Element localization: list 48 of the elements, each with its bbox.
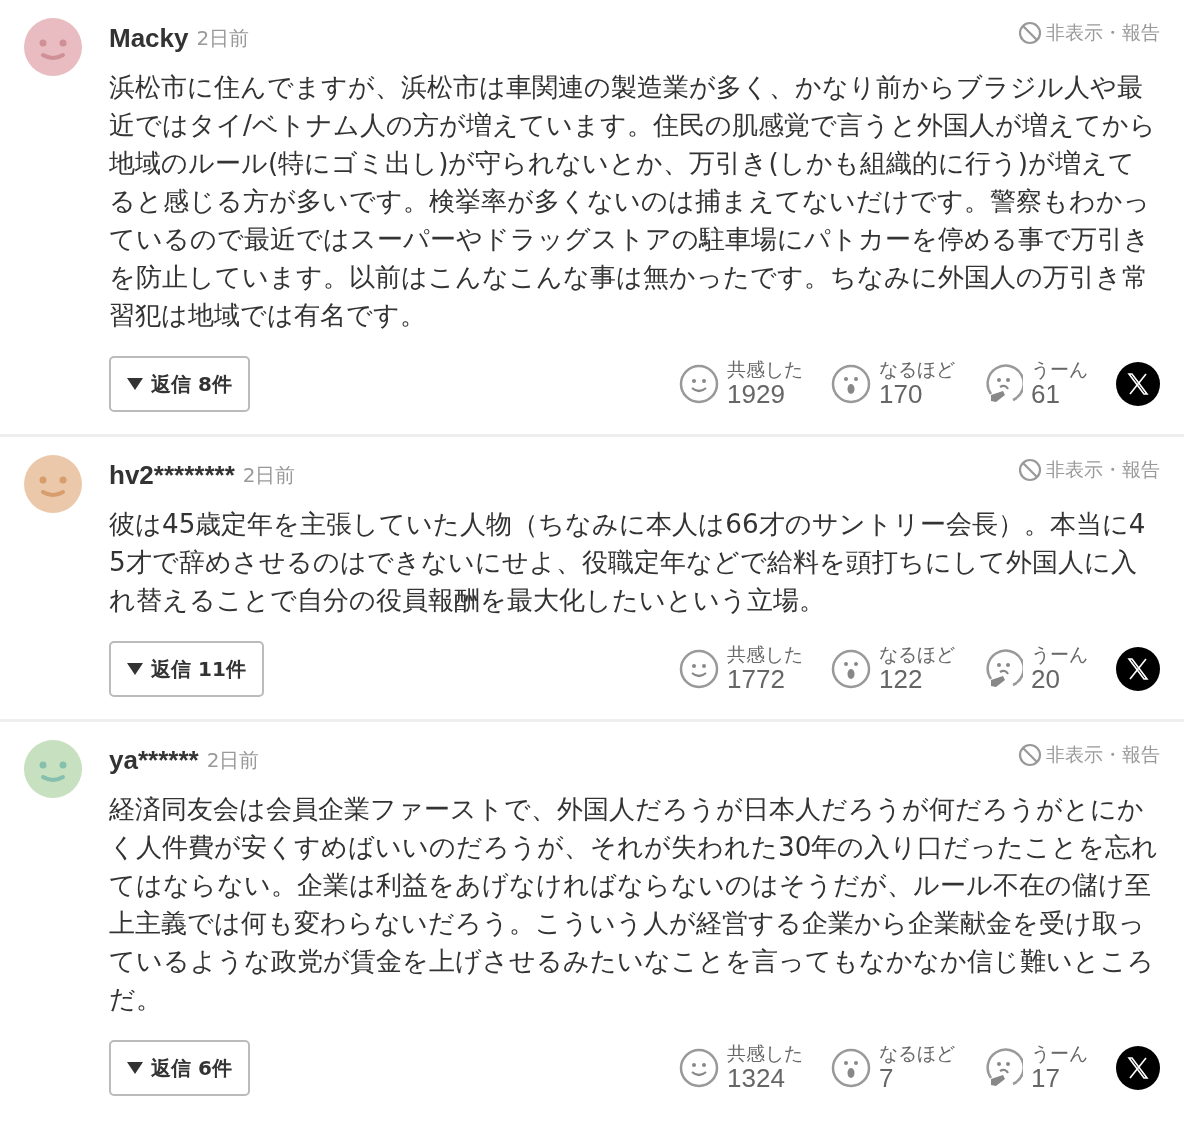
thinking-face-icon[interactable] <box>983 364 1023 404</box>
reaction-label: 共感した <box>727 359 803 381</box>
surprised-face-icon[interactable] <box>831 649 871 689</box>
x-share-icon[interactable] <box>1116 362 1160 406</box>
post-time: 2日前 <box>206 746 260 774</box>
post-time: 2日前 <box>242 461 296 489</box>
reaction-label: なるほど <box>879 1043 955 1065</box>
user-name: hv2******** <box>109 459 235 491</box>
post-time: 2日前 <box>196 24 250 52</box>
hide-icon[interactable] <box>1018 21 1042 45</box>
user-name: Macky <box>109 22 189 54</box>
reaction-count: 122 <box>879 665 924 694</box>
reaction-label: なるほど <box>879 644 955 666</box>
hide-icon[interactable] <box>1018 458 1042 482</box>
reaction-count: 61 <box>1031 380 1061 409</box>
reaction-count: 17 <box>1031 1064 1061 1093</box>
x-share-icon[interactable] <box>1116 1046 1160 1090</box>
reaction-label: 共感した <box>727 644 803 666</box>
reaction-count: 1929 <box>727 380 786 409</box>
x-share-icon[interactable] <box>1116 647 1160 691</box>
comment-text: 浜松市に住んでますが、浜松市は車関連の製造業が多く、かなり前からブラジル人や最近ではタイ/ベトナム人の方が増えています。住民の肌感覚で言うと外国人が増えてから地域のルール(特にゴミ出し)が守られないとか、万引き(しかも組織的に行う)が増えてると感じる方が多いです。検挙率が多くないのは捕まえてないだけです。警察もわかっているので最近ではスーパーやドラッグストアの駐車場にパトカーを停める事で万引きを防止しています。以前はこんなこんな事は無かったです。ちなみに外国人の万引き常習犯は地域では有名です。 <box>109 71 1157 332</box>
reaction-count: 20 <box>1031 665 1061 694</box>
replies-button[interactable]: 返信 6件 <box>109 1040 250 1096</box>
surprised-face-icon[interactable] <box>831 1048 871 1088</box>
reaction-count: 1772 <box>727 665 786 694</box>
comment-text: 経済同友会は会員企業ファーストで、外国人だろうが日本人だろうが何だろうがとにかく人件費が安くすめばいいのだろうが、それが失われた30年の入り口だったことを忘れてはならない。企業は利益をあげなければならないのはそうだが、ルール不在の儲け至上主義では何も変わらないだろう。こういう人が経営する企業から企業献金を受け取っているような政党が賃金を上げさせるみたいなことを言ってもなかなか信じ難いところだ。 <box>109 793 1160 1016</box>
smile-icon[interactable] <box>679 364 719 404</box>
thinking-face-icon[interactable] <box>983 1048 1023 1088</box>
replies-button[interactable]: 返信 11件 <box>109 641 264 697</box>
caret-icon <box>127 378 143 390</box>
caret-icon <box>127 1062 143 1074</box>
hide-icon[interactable] <box>1018 743 1042 767</box>
caret-icon <box>127 663 143 675</box>
reaction-label: うーん <box>1031 1043 1088 1065</box>
reaction-label: なるほど <box>879 359 955 381</box>
replies-button[interactable]: 返信 8件 <box>109 356 250 412</box>
reaction-label: うーん <box>1031 644 1088 666</box>
reaction-label: 共感した <box>727 1043 803 1065</box>
reaction-label: うーん <box>1031 359 1088 381</box>
reaction-count: 1324 <box>727 1064 786 1093</box>
comment-text: 彼は45歳定年を主張していた人物（ちなみに本人は66才のサントリー会長）。本当に45才で辞めさせるのはできないにせよ、役職定年などで給料を頭打ちにして外国人に入れ替えることで自分の役員報酬を最大化したいという立場。 <box>109 508 1147 617</box>
smile-icon[interactable] <box>679 649 719 689</box>
reaction-count: 170 <box>879 380 924 409</box>
reaction-count: 7 <box>879 1064 894 1093</box>
user-name: ya****** <box>109 744 199 776</box>
surprised-face-icon[interactable] <box>831 364 871 404</box>
thinking-face-icon[interactable] <box>983 649 1023 689</box>
smile-icon[interactable] <box>679 1048 719 1088</box>
